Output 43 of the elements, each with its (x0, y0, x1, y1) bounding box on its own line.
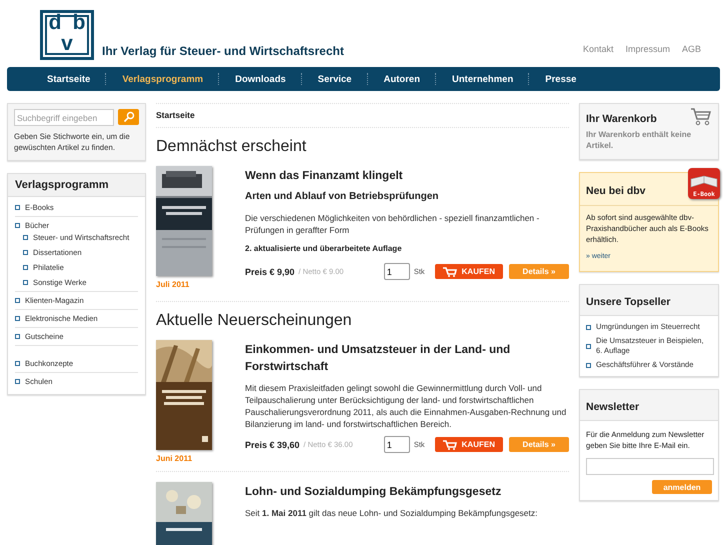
tagline: Ihr Verlag für Steuer- und Wirtschaftsrecht (102, 44, 344, 58)
release-date: Juli 2011 (156, 280, 190, 289)
top-link[interactable]: Impressum (625, 44, 670, 54)
nav-item[interactable]: Verlagsprogramm (107, 74, 218, 84)
search-field[interactable]: Suchbegriff eingeben (14, 109, 114, 126)
nav-item[interactable]: Downloads (220, 74, 301, 84)
buy-button[interactable]: KAUFEN (434, 437, 503, 452)
edition-note: 2. aktualisierte und überarbeitete Auflage (245, 244, 403, 253)
nav-item[interactable]: Service (302, 74, 367, 84)
panel-title: Newsletter (586, 401, 640, 413)
release-date: Juni 2011 (156, 454, 194, 463)
cart-icon (442, 440, 457, 450)
section-heading: Demnächst erscheint (156, 138, 308, 156)
breadcrumb: Startseite (156, 103, 569, 128)
section-heading: Aktuelle Neuerscheinungen (156, 312, 353, 330)
quantity-field[interactable]: 1 (384, 436, 410, 453)
product-description: Die verschiedenen Möglichkeiten von behördlichen - speziell finanzamtlichen - Prüfungen in geraffter Form (245, 212, 540, 236)
nav-item[interactable]: Unternehmen (437, 74, 528, 84)
quantity-field[interactable]: 1 (384, 263, 410, 280)
buy-button[interactable]: KAUFEN (434, 264, 503, 279)
panel-title: Neu bei dbv (586, 185, 646, 197)
product-title[interactable]: Lohn- und Sozialdumping Bekämpfungsgesetz (245, 484, 569, 501)
cart-icon[interactable] (690, 108, 712, 126)
search-button[interactable] (118, 109, 139, 125)
price: Preis € 9,90 (245, 266, 295, 276)
cart-icon (442, 266, 457, 276)
search-icon (122, 111, 134, 123)
panel-title: Unsere Topseller (586, 296, 670, 308)
top-link[interactable]: AGB (682, 44, 701, 54)
nav-item[interactable]: Presse (530, 74, 592, 84)
price: Preis € 39,60 (245, 440, 300, 450)
product-description: Seit 1. Mai 2011 gilt das neue Lohn- und Sozialdumping Bekämpfungsgesetz: (245, 507, 539, 519)
product-subtitle: Arten und Ablauf von Betriebsprüfungen (245, 191, 440, 202)
cart-status: Ihr Warenkorb enthält keine Artikel. (586, 129, 692, 151)
product-description: Mit diesem Praxisleitfaden gelingt sowohl die Gewinnermittlung durch Voll- und Teilpauschalierung unter Berücksichtigung der land- und forstwirtschaftlichen Pauschalierungsverordnung 2011, als auch die Einnahmen-Ausgaben-Rechnung und Bilanzierung im land- und forstwirtschaftlichen Bereich. (245, 382, 568, 430)
panel-title: Verlagsprogramm (8, 174, 145, 197)
product-title[interactable]: Einkommen- und Umsatzsteuer in der Land- und Forstwirtschaft (245, 342, 569, 376)
top-link[interactable]: Kontakt (582, 44, 614, 54)
nav-item[interactable]: Startseite (47, 74, 106, 84)
panel-title: Ihr Warenkorb (586, 113, 657, 125)
product-title[interactable]: Wenn das Finanzamt klingelt (245, 168, 569, 185)
email-field[interactable] (586, 458, 714, 475)
nav-item[interactable]: Autoren (368, 74, 436, 84)
